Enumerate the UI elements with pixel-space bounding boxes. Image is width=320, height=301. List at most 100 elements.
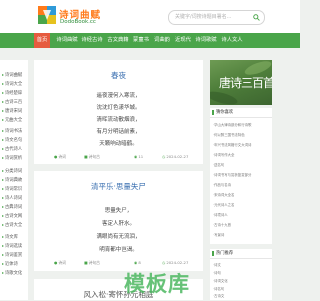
sidebar-item[interactable]: 古诗三百 bbox=[2, 97, 28, 106]
category-sidebar: 诗词曲赋 诗词大全 诗经楚辞 古诗三百 唐诗宋词 元曲大全 诗词书法 诗文名句 … bbox=[0, 60, 28, 300]
panel-accent bbox=[212, 110, 214, 115]
site-logo[interactable]: 诗词曲赋 DodoBook.cc bbox=[38, 6, 100, 30]
main-nav: 首页 诗词曲赋 诗经古诗 古文典籍 蒙童书 词曲韵 近现代 诗词歌赋 诗人文人 bbox=[0, 33, 300, 48]
nav-item[interactable]: 词曲韵 bbox=[152, 33, 172, 48]
post-line: 满眼尚有无流泪， bbox=[96, 234, 141, 240]
post-line: 客定人肝水。 bbox=[101, 221, 135, 227]
sidebar-item[interactable]: 诗文名句 bbox=[2, 135, 28, 144]
post-line: 清晖流动散烟浪， bbox=[96, 117, 141, 123]
view-count: 11 bbox=[138, 154, 144, 159]
post-line: 天籁响动暗鹤。 bbox=[99, 141, 138, 147]
recommend-item[interactable]: 送名句 bbox=[213, 160, 271, 170]
sidebar-item[interactable]: 古典诗词 bbox=[2, 202, 28, 211]
recommend-item[interactable]: 诗词书写与赏析鉴赏部分 bbox=[213, 170, 271, 180]
sidebar-item[interactable]: 诗词选读 bbox=[2, 241, 28, 250]
post-line: 明宵都中岂谒。 bbox=[99, 247, 138, 253]
nav-item[interactable]: 诗词曲赋 bbox=[55, 33, 79, 48]
post-title[interactable]: 清平乐·思量失尸 bbox=[34, 181, 203, 192]
sidebar-item[interactable]: 诗词鉴赏 bbox=[2, 250, 28, 259]
post-line: 沈沈灯色漾华城。 bbox=[96, 105, 141, 111]
logo-icon bbox=[38, 6, 56, 24]
sidebar-item[interactable]: 元曲大全 bbox=[2, 115, 28, 124]
sidebar-item[interactable]: 分类诗词 bbox=[2, 166, 28, 175]
category-meta[interactable]: ■诗句古 bbox=[84, 154, 100, 160]
sidebar-item[interactable]: 诗词曲赋 bbox=[2, 70, 28, 79]
clock-icon: ◷ bbox=[162, 260, 166, 265]
author-name: 诗词 bbox=[58, 260, 66, 265]
recommend-item[interactable]: 何以醉三国书法特色 bbox=[213, 130, 271, 140]
eye-icon: ◉ bbox=[134, 154, 138, 159]
sidebar-item[interactable]: 诗词大全 bbox=[2, 79, 28, 88]
post-date: 2024-02-27 bbox=[166, 260, 189, 265]
nav-item[interactable]: 蒙童书 bbox=[131, 33, 151, 48]
nav-item[interactable]: 古文典籍 bbox=[106, 33, 130, 48]
search-box: 关键字/词搜诗题目署名... bbox=[168, 10, 265, 25]
post-meta: ●诗词 ■诗句古 ◉11 ◷2024-02-27 bbox=[34, 154, 203, 164]
recommend-item[interactable]: 古诗十九首 bbox=[213, 220, 271, 230]
author-meta[interactable]: ●诗词 bbox=[54, 260, 66, 266]
panel-header: 热门推荐 bbox=[210, 249, 272, 259]
user-icon: ● bbox=[54, 260, 58, 265]
search-icon[interactable] bbox=[253, 14, 260, 21]
sidebar-item[interactable]: 唐诗宋词 bbox=[2, 106, 28, 115]
recommend-item[interactable]: 诗词写作大全 bbox=[213, 150, 271, 160]
post-line: 有月分明话前素， bbox=[96, 129, 141, 135]
nav-item[interactable]: 诗经古诗 bbox=[80, 33, 104, 48]
panel-title: 猜你喜欢 bbox=[216, 110, 234, 115]
banner-text: 唐诗三百首 bbox=[219, 76, 272, 90]
nav-item[interactable]: 近现代 bbox=[173, 33, 193, 48]
recommend-item[interactable]: 写景诗 bbox=[213, 230, 271, 240]
panel-header: 猜你喜欢 bbox=[210, 108, 272, 118]
views-meta: ◉11 bbox=[134, 154, 143, 159]
recommend-item[interactable]: 年兴书法风格行文大词诗 bbox=[213, 140, 271, 150]
date-meta: ◷2024-02-27 bbox=[162, 154, 188, 159]
sidebar-item[interactable]: 诗经楚辞 bbox=[2, 88, 28, 97]
category-name: 诗句古 bbox=[88, 154, 100, 159]
sidebar-item[interactable]: 诗词赏析 bbox=[2, 153, 28, 162]
folder-icon: ■ bbox=[84, 260, 88, 265]
nav-item[interactable]: 诗词歌赋 bbox=[194, 33, 218, 48]
nav-item[interactable]: 诗人文人 bbox=[220, 33, 244, 48]
sidebar-item[interactable]: 诗歌文化 bbox=[2, 268, 28, 277]
post-line: 遥夜漫何入寒流， bbox=[96, 93, 141, 99]
author-name: 诗词 bbox=[58, 154, 66, 159]
author-meta[interactable]: ●诗词 bbox=[54, 154, 66, 160]
post-title[interactable]: 春夜 bbox=[34, 70, 203, 81]
post-card: 清平乐·思量失尸 思量失尸， 客定人肝水。 满眼尚有无流泪， 明宵都中岂谒。 ●… bbox=[34, 171, 203, 271]
recommend-item[interactable]: 宋诗词大全名 bbox=[213, 190, 271, 200]
sidebar-item[interactable]: 古诗大全 bbox=[2, 220, 28, 229]
sidebar-item[interactable]: 诗人诗词 bbox=[2, 193, 28, 202]
view-count: 8 bbox=[138, 260, 141, 265]
panel-accent bbox=[212, 251, 214, 256]
sidebar-item[interactable]: 诗词典故 bbox=[2, 175, 28, 184]
sidebar-item[interactable]: 诗词常识 bbox=[2, 184, 28, 193]
eye-icon: ◉ bbox=[134, 260, 138, 265]
views-meta: ◉8 bbox=[134, 260, 141, 265]
recommend-item[interactable]: 诗境诗人 bbox=[213, 210, 271, 220]
brand-subtitle: DodoBook.cc bbox=[60, 19, 96, 25]
sidebar-item[interactable]: 诗词书法 bbox=[2, 126, 28, 135]
category-name: 诗句古 bbox=[88, 260, 100, 265]
recommend-panel: 猜你喜欢 华山大律诗部分和行诗歌 何以醉三国书法特色 年兴书法风格行文大词诗 诗… bbox=[210, 108, 272, 244]
clock-icon: ◷ bbox=[162, 154, 166, 159]
sidebar-item[interactable]: 古诗文网 bbox=[2, 211, 28, 220]
category-meta[interactable]: ■诗句古 bbox=[84, 260, 100, 266]
site-header: 诗词曲赋 DodoBook.cc 关键字/词搜诗题目署名... bbox=[0, 0, 300, 33]
promo-banner[interactable]: 唐诗三百首 bbox=[210, 60, 272, 105]
post-card: 春夜 遥夜漫何入寒流， 沈沈灯色漾华城。 清晖流动散烟浪， 有月分明话前素， 天… bbox=[34, 60, 203, 164]
post-date: 2024-02-27 bbox=[166, 154, 189, 159]
date-meta: ◷2024-02-27 bbox=[162, 260, 188, 265]
panel-title: 热门推荐 bbox=[216, 251, 234, 256]
sidebar-item[interactable]: 近体诗 bbox=[2, 259, 28, 268]
sidebar-item[interactable]: 诗文库 bbox=[2, 232, 28, 241]
search-input[interactable]: 关键字/词搜诗题目署名... bbox=[175, 11, 250, 24]
recommend-item[interactable]: 元代诗人之名 bbox=[213, 200, 271, 210]
recommend-item[interactable]: 华山大律诗部分和行诗歌 bbox=[213, 120, 271, 130]
watermark: 模板库 bbox=[124, 272, 190, 296]
sidebar-item[interactable]: 古代诗人 bbox=[2, 144, 28, 153]
nav-item-home[interactable]: 首页 bbox=[34, 33, 50, 48]
user-icon: ● bbox=[54, 154, 58, 159]
folder-icon: ■ bbox=[84, 154, 88, 159]
recommend-item[interactable]: 作品与名诗 bbox=[213, 180, 271, 190]
hot-panel: 热门推荐 诗文 诗句 诗词文化 诗名句 古诗文 bbox=[210, 249, 272, 300]
